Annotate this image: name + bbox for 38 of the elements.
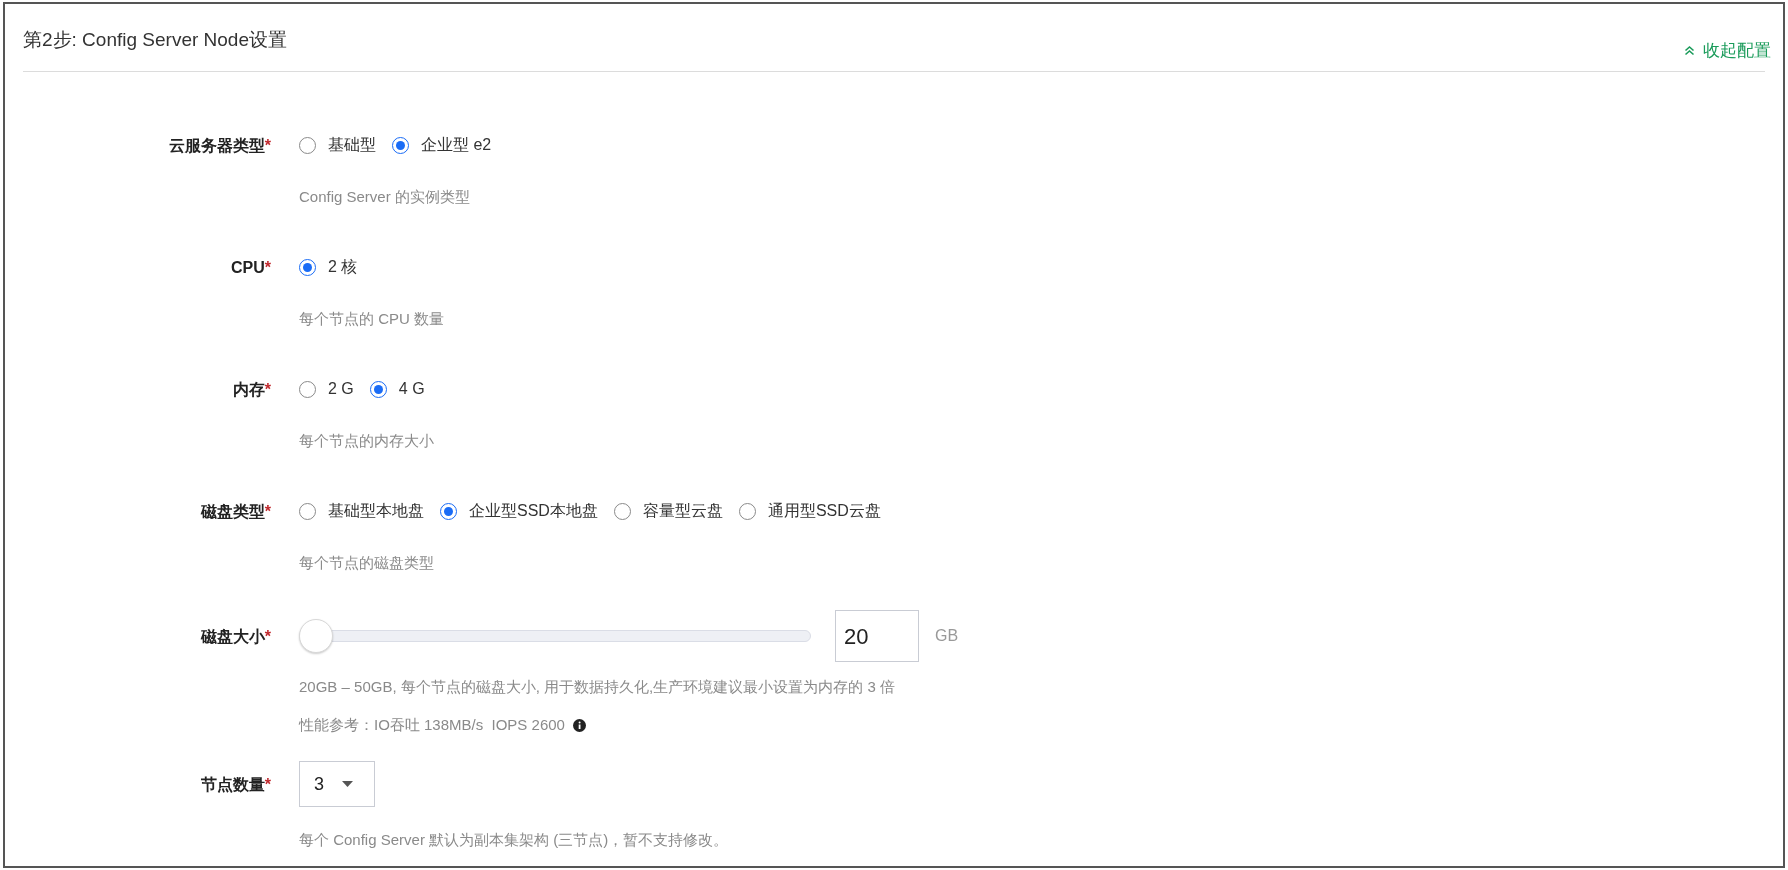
hint-text: Config Server 的实例类型 [299, 187, 471, 207]
required-mark: * [264, 502, 271, 522]
info-icon[interactable] [572, 718, 586, 732]
radio-option[interactable]: 4 G [369, 377, 425, 401]
field-label: CPU [231, 258, 265, 278]
radio-option[interactable]: 容量型云盘 [613, 499, 723, 523]
hint-text: 20GB – 50GB, 每个节点的磁盘大小, 用于数据持久化,生产环境建议最小设置为内存的 3 倍 [299, 677, 896, 697]
hint-text: 每个节点的磁盘类型 [299, 553, 435, 573]
node-count-select[interactable]: 3 [299, 761, 375, 807]
slider-thumb[interactable] [299, 619, 333, 653]
radio-option[interactable]: 企业型 e2 [392, 133, 492, 157]
radio-option[interactable]: 企业型SSD本地盘 [440, 499, 598, 523]
required-mark: * [264, 627, 271, 647]
radio-option[interactable]: 基础型 [299, 133, 376, 157]
field-label: 节点数量 [200, 775, 265, 795]
collapse-link[interactable]: 收起配置 [1684, 37, 1771, 63]
disk-size-slider[interactable] [299, 619, 811, 653]
radio-option[interactable]: 2 核 [299, 255, 358, 279]
hint-text: 每个节点的 CPU 数量 [299, 309, 444, 329]
hint-text: 每个节点的内存大小 [299, 431, 435, 451]
field-label: 内存 [232, 380, 265, 400]
field-label: 磁盘类型 [200, 502, 265, 522]
radio-option[interactable]: 2 G [299, 377, 354, 401]
unit-label: GB [935, 626, 959, 646]
radio-option[interactable]: 通用型SSD云盘 [738, 499, 881, 523]
required-mark: * [264, 136, 271, 156]
required-mark: * [264, 775, 271, 795]
field-label: 云服务器类型 [168, 136, 265, 156]
required-mark: * [264, 380, 271, 400]
step-title: 第2步: Config Server Node设置 [23, 28, 287, 52]
size-input[interactable]: 20 [835, 610, 919, 662]
radio-option[interactable]: 基础型本地盘 [299, 499, 424, 523]
caret-icon [342, 781, 353, 787]
hint-text: 每个 Config Server 默认为副本集架构 (三节点)，暂不支持修改。 [299, 830, 729, 850]
performance-note: 性能参考：IO吞吐 138MB/s IOPS 2600 [299, 715, 565, 735]
double-chevron-up-icon [1684, 44, 1695, 56]
required-mark: * [264, 258, 271, 278]
field-label: 磁盘大小 [200, 627, 265, 647]
